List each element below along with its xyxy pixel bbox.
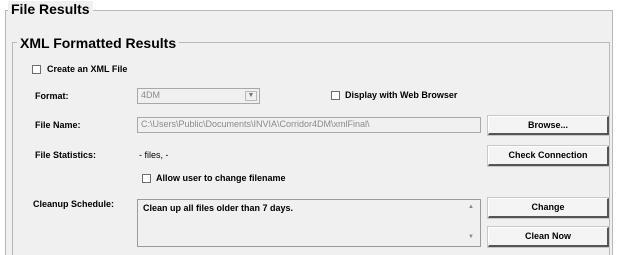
display-browser-checkbox[interactable] bbox=[331, 91, 340, 100]
file-name-field[interactable]: C:\Users\Public\Documents\INVIA\Corridor… bbox=[137, 117, 481, 133]
format-value: 4DM bbox=[141, 90, 161, 100]
file-stats-value: - files, - bbox=[139, 150, 169, 160]
cleanup-text: Clean up all files older than 7 days. bbox=[143, 203, 294, 213]
allow-change-checkbox[interactable] bbox=[142, 174, 151, 183]
browse-button[interactable]: Browse... bbox=[487, 115, 610, 136]
display-browser-label: Display with Web Browser bbox=[345, 90, 458, 100]
change-button[interactable]: Change bbox=[487, 197, 610, 219]
cleanup-textarea[interactable]: Clean up all files older than 7 days. ▲ … bbox=[137, 199, 481, 247]
scroll-down-arrow-icon[interactable]: ▼ bbox=[468, 234, 474, 240]
file-name-label: File Name: bbox=[35, 120, 81, 130]
format-dropdown[interactable]: 4DM ▼ bbox=[137, 88, 260, 104]
format-label: Format: bbox=[35, 91, 69, 101]
xml-results-title: XML Formatted Results bbox=[17, 35, 180, 51]
allow-change-label: Allow user to change filename bbox=[156, 173, 286, 183]
cleanup-label: Cleanup Schedule: bbox=[33, 199, 115, 209]
check-connection-button[interactable]: Check Connection bbox=[487, 145, 610, 167]
create-xml-checkbox[interactable] bbox=[32, 65, 41, 74]
create-xml-label: Create an XML File bbox=[47, 64, 128, 74]
file-stats-label: File Statistics: bbox=[35, 150, 97, 160]
chevron-down-icon[interactable]: ▼ bbox=[245, 91, 257, 101]
scroll-up-arrow-icon[interactable]: ▲ bbox=[468, 204, 474, 210]
clean-now-button[interactable]: Clean Now bbox=[487, 226, 610, 248]
file-results-title: File Results bbox=[8, 1, 93, 17]
